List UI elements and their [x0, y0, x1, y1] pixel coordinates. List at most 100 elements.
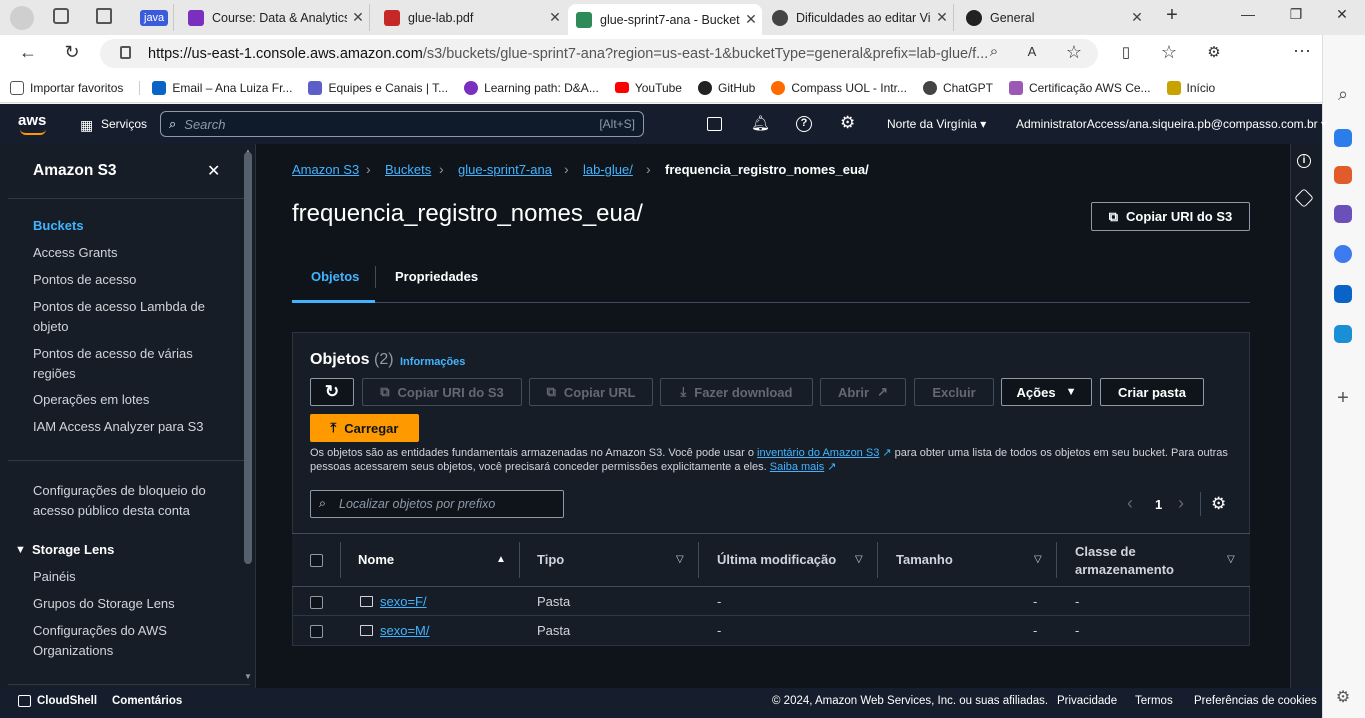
- favorite-item[interactable]: Email – Ana Luiza Fr...: [139, 80, 292, 95]
- sidebar-item-access-points[interactable]: Pontos de acesso: [33, 270, 223, 290]
- favorite-item[interactable]: Compass UOL - Intr...: [771, 80, 907, 95]
- sidebar-item-block-public-access[interactable]: Configurações de bloqueio do acesso públ…: [33, 481, 213, 521]
- tab-pdf[interactable]: glue-lab.pdf ✕: [376, 4, 566, 31]
- breadcrumb-amazon-s3[interactable]: Amazon S3: [292, 162, 359, 177]
- zoom-icon[interactable]: ⌕: [982, 43, 1006, 60]
- tab-properties[interactable]: Propriedades: [395, 269, 478, 284]
- close-icon[interactable]: ✕: [931, 9, 953, 26]
- favorite-item[interactable]: YouTube: [614, 81, 682, 95]
- open-button[interactable]: Abrir ↗: [820, 378, 906, 406]
- learn-more-link[interactable]: Saiba mais: [770, 461, 824, 473]
- sort-icon[interactable]: ▽: [855, 554, 863, 565]
- games-icon[interactable]: [1334, 205, 1352, 223]
- favorite-star-icon[interactable]: ☆: [1062, 42, 1086, 63]
- page-number[interactable]: 1: [1155, 497, 1162, 512]
- cloudshell-icon[interactable]: [707, 117, 722, 131]
- table-settings-icon[interactable]: ⚙: [1211, 494, 1226, 514]
- outlook-icon[interactable]: [1334, 285, 1352, 303]
- upload-button[interactable]: ⤒ Carregar: [310, 414, 419, 442]
- sidebar-item-dashboards[interactable]: Painéis: [33, 567, 223, 587]
- more-icon[interactable]: ···: [1290, 40, 1314, 61]
- new-tab-button[interactable]: +: [1152, 4, 1192, 27]
- object-link[interactable]: sexo=M/: [380, 623, 430, 638]
- prev-page-icon[interactable]: ‹: [1127, 493, 1133, 514]
- breadcrumb-bucket[interactable]: glue-sprint7-ana: [458, 162, 552, 177]
- info-link[interactable]: Informações: [400, 356, 465, 368]
- close-icon[interactable]: ✕: [740, 11, 762, 28]
- column-last-modified[interactable]: Última modificação: [717, 552, 836, 567]
- aws-logo[interactable]: aws: [18, 112, 46, 129]
- table-row[interactable]: [292, 587, 1250, 616]
- cloudshell-icon[interactable]: [18, 695, 31, 707]
- send-icon[interactable]: [1334, 325, 1352, 343]
- actions-dropdown[interactable]: Ações ▼: [1001, 378, 1092, 406]
- tab-java[interactable]: java: [132, 4, 174, 31]
- sort-icon[interactable]: ▽: [1227, 554, 1235, 565]
- close-icon[interactable]: ✕: [347, 9, 369, 26]
- account-menu[interactable]: AdministratorAccess/ana.siqueira.pb@comp…: [1016, 117, 1327, 131]
- tab-s3-active[interactable]: glue-sprint7-ana - Bucket ✕: [568, 4, 762, 35]
- restore-button[interactable]: ❐: [1276, 6, 1316, 23]
- favorite-item[interactable]: ChatGPT: [922, 80, 993, 95]
- settings-icon[interactable]: ⚙: [1331, 686, 1355, 710]
- delete-button[interactable]: Excluir: [914, 378, 994, 406]
- close-window-button[interactable]: ✕: [1322, 6, 1362, 23]
- help-icon[interactable]: ?: [796, 116, 812, 132]
- next-page-icon[interactable]: ›: [1178, 493, 1184, 514]
- row-checkbox[interactable]: [310, 596, 323, 609]
- cookie-preferences-link[interactable]: Preferências de cookies: [1194, 695, 1317, 707]
- tab-objects[interactable]: Objetos: [311, 269, 359, 284]
- tab-general[interactable]: General ✕: [958, 4, 1148, 31]
- split-screen-icon[interactable]: ▯: [1114, 43, 1138, 61]
- workspaces-icon[interactable]: [53, 8, 69, 24]
- object-link[interactable]: sexo=F/: [380, 594, 427, 609]
- sort-asc-icon[interactable]: ▲: [496, 554, 506, 565]
- sidebar-item-buckets[interactable]: Buckets: [33, 216, 223, 236]
- sidebar-item-batch-operations[interactable]: Operações em lotes: [33, 390, 223, 410]
- close-icon[interactable]: ✕: [1126, 9, 1148, 26]
- copy-uri-button[interactable]: ⧉ Copiar URI do S3: [362, 378, 522, 406]
- favorite-item[interactable]: Início: [1166, 80, 1215, 95]
- sidebar-item-lambda-access-points[interactable]: Pontos de acesso Lambda de objeto: [33, 297, 211, 337]
- reload-icon[interactable]: ↻: [60, 42, 84, 63]
- caret-down-icon[interactable]: ▼: [15, 544, 26, 556]
- sidebar-item-access-grants[interactable]: Access Grants: [33, 243, 223, 263]
- grid-icon[interactable]: ▦: [80, 117, 93, 134]
- select-all-checkbox[interactable]: [310, 554, 323, 567]
- refresh-button[interactable]: ↻: [310, 378, 354, 406]
- copilot-app-icon[interactable]: [1334, 245, 1352, 263]
- column-storage-class[interactable]: Classe de armazenamento: [1075, 543, 1195, 579]
- back-icon[interactable]: ←: [16, 42, 40, 63]
- search-icon[interactable]: ⌕: [1331, 82, 1355, 106]
- sidebar-item-storage-lens-groups[interactable]: Grupos do Storage Lens: [33, 594, 223, 614]
- terms-link[interactable]: Termos: [1135, 695, 1173, 707]
- sidebar-section-storage-lens[interactable]: Storage Lens: [32, 542, 114, 557]
- close-icon[interactable]: ✕: [544, 9, 566, 26]
- tab-actions-icon[interactable]: [96, 8, 112, 24]
- favorite-item[interactable]: Importar favoritos: [10, 80, 123, 95]
- copy-url-button[interactable]: ⧉ Copiar URL: [529, 378, 653, 406]
- scroll-down-icon[interactable]: ▼: [244, 672, 252, 681]
- breadcrumb-lab-glue[interactable]: lab-glue/: [583, 162, 633, 177]
- favorite-item[interactable]: Certificação AWS Ce...: [1008, 80, 1151, 95]
- favorite-item[interactable]: Equipes e Canais | T...: [308, 80, 448, 95]
- info-icon[interactable]: i: [1297, 154, 1311, 168]
- column-name[interactable]: Nome: [358, 552, 394, 567]
- extensions-icon[interactable]: ⚙: [1202, 43, 1226, 61]
- read-aloud-icon[interactable]: A: [1020, 44, 1044, 59]
- shopping-icon[interactable]: [1334, 129, 1352, 147]
- url-input[interactable]: https://us-east-1.console.aws.amazon.com…: [100, 39, 1098, 68]
- breadcrumb-buckets[interactable]: Buckets: [385, 162, 431, 177]
- sidebar-item-multi-region-access-points[interactable]: Pontos de acesso de várias regiões: [33, 344, 203, 384]
- notifications-icon[interactable]: 🔔︎: [751, 114, 770, 132]
- table-row[interactable]: [292, 616, 1250, 645]
- create-folder-button[interactable]: Criar pasta: [1100, 378, 1204, 406]
- column-size[interactable]: Tamanho: [896, 552, 953, 567]
- lock-icon[interactable]: [120, 46, 131, 59]
- settings-icon[interactable]: ⚙: [840, 113, 855, 133]
- add-icon[interactable]: +: [1331, 386, 1355, 410]
- aws-search-input[interactable]: ⌕ Search [Alt+S]: [160, 111, 644, 137]
- inventory-link[interactable]: inventário do Amazon S3: [757, 447, 879, 459]
- minimize-button[interactable]: —: [1228, 6, 1268, 22]
- column-type[interactable]: Tipo: [537, 552, 564, 567]
